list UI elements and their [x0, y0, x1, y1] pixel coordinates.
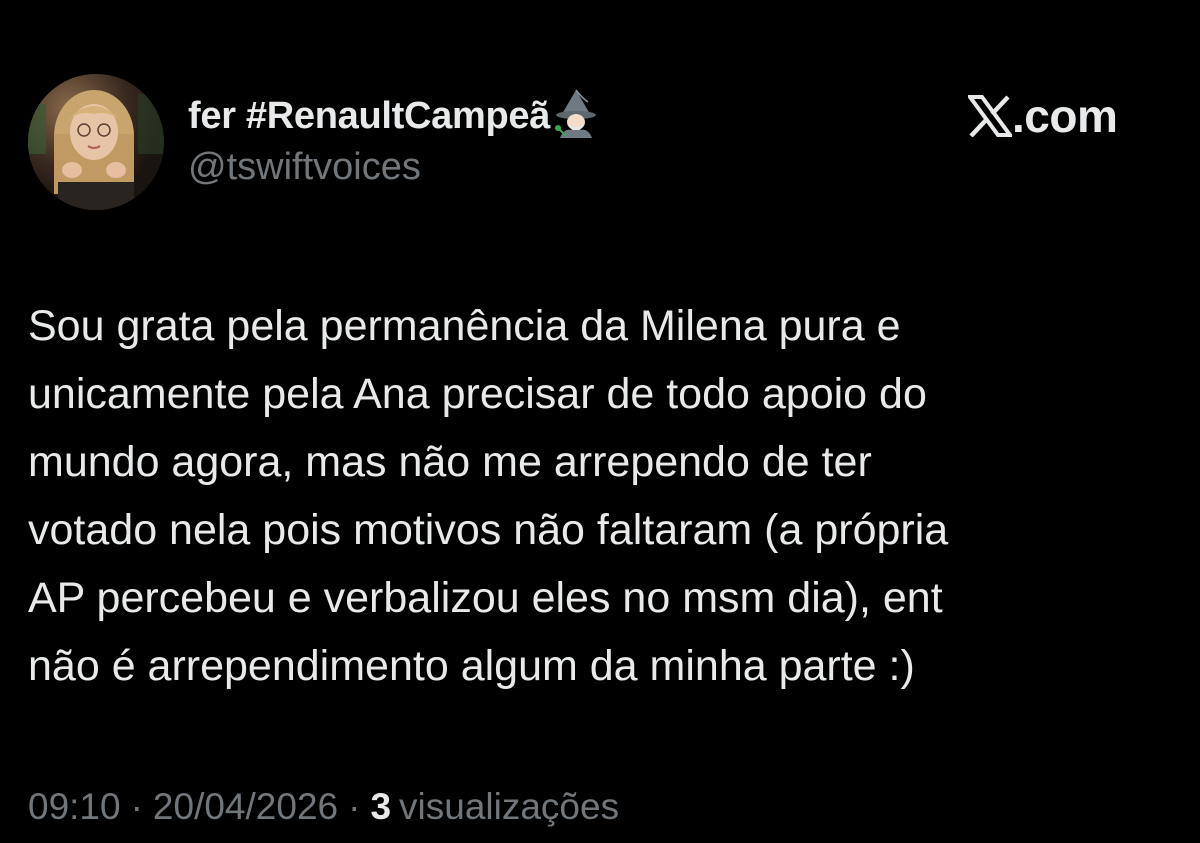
brand-text: .com: [1012, 90, 1118, 142]
tweet-text-line: votado nela pois motivos não faltaram (a…: [28, 506, 949, 554]
tweet-date[interactable]: 20/04/2026: [153, 786, 338, 827]
mage-emoji-icon: [552, 88, 600, 138]
tweet-text-line: unicamente pela Ana precisar de todo apo…: [28, 370, 927, 418]
brand-watermark: .com: [966, 86, 1118, 146]
avatar[interactable]: [28, 74, 164, 210]
meta-separator: ·: [348, 786, 361, 827]
tweet-time[interactable]: 09:10: [28, 786, 121, 827]
tweet-text-line: não é arrependimento algum da minha part…: [28, 642, 915, 690]
tweet-meta: 09:10 · 20/04/2026 · 3 visualizações: [28, 786, 619, 828]
display-name-row[interactable]: fer #RenaultCampeã: [188, 88, 600, 144]
tweet-text-line: mundo agora, mas não me arrependo de ter: [28, 438, 872, 486]
views-label: visualizações: [399, 786, 620, 827]
display-name[interactable]: fer #RenaultCampeã: [188, 95, 550, 138]
user-handle[interactable]: @tswiftvoices: [188, 146, 421, 189]
meta-separator: ·: [130, 786, 143, 827]
tweet-text-line: AP percebeu e verbalizou eles no msm dia…: [28, 574, 943, 622]
tweet-text: Sou grata pela permanência da Milena pur…: [28, 292, 1178, 700]
avatar-photo: [28, 74, 164, 210]
views-count: 3: [370, 786, 392, 827]
tweet-text-line: Sou grata pela permanência da Milena pur…: [28, 302, 901, 350]
x-logo-icon: [966, 95, 1014, 138]
